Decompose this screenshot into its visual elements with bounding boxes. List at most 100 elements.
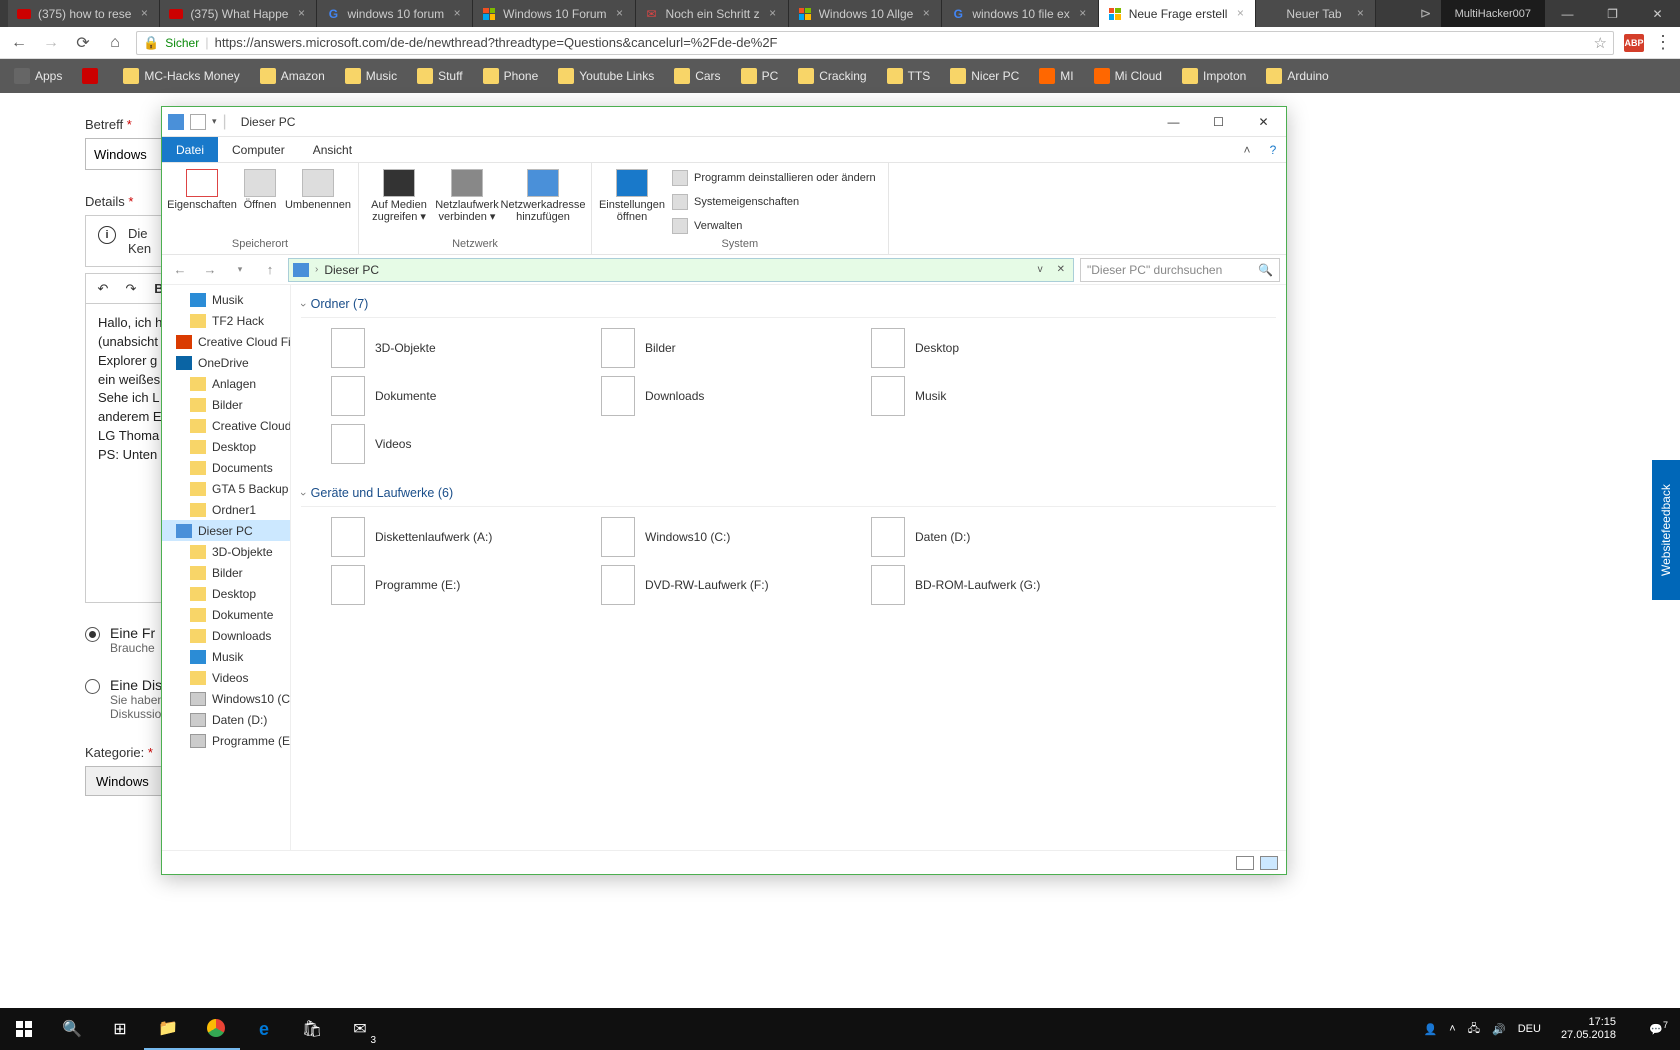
ribbon-tab-view[interactable]: Ansicht [299,137,366,162]
ribbon-medien-button[interactable]: Auf Medien zugreifen ▾ [367,165,431,223]
nav-back-button[interactable]: ← [168,258,192,282]
address-clear-icon[interactable]: ✕ [1053,264,1069,275]
bookmark-item[interactable]: MC-Hacks Money [117,65,245,87]
bookmark-item[interactable]: Arduino [1260,65,1334,87]
nav-up-button[interactable]: ↑ [258,258,282,282]
bookmark-star-icon[interactable]: ☆ [1594,34,1607,52]
nav-item[interactable]: OneDrive [162,352,290,373]
browser-tab[interactable]: Gwindows 10 file ex× [942,0,1098,27]
content-item[interactable]: Dokumente [331,374,581,418]
taskbar-clock[interactable]: 17:15 27.05.2018 [1553,1016,1624,1042]
nav-forward-button[interactable]: → [198,258,222,282]
browser-tab[interactable]: (375) how to rese× [8,0,160,27]
nav-item[interactable]: Ordner1 [162,499,290,520]
explorer-content[interactable]: Ordner (7) 3D-ObjekteBilderDesktopDokume… [291,285,1286,850]
feedback-tab[interactable]: Websitefeedback [1652,460,1680,600]
explorer-close-button[interactable]: ✕ [1241,107,1286,137]
undo-button[interactable]: ↶ [90,277,116,301]
browser-tab[interactable]: (375) What Happe× [160,0,317,27]
ribbon-netzlaufwerk-button[interactable]: Netzlaufwerk verbinden ▾ [435,165,499,223]
content-item[interactable]: Downloads [601,374,851,418]
explorer-address-bar[interactable]: › Dieser PC v ✕ [288,258,1074,282]
browser-tab[interactable]: Neuer Tab× [1256,0,1376,27]
nav-item[interactable]: GTA 5 Backup Sa [162,478,290,499]
system-tray[interactable]: 👤 ˄ 🖧 🔊 DEU 17:15 27.05.2018 💬7 [1424,1016,1680,1042]
taskbar-mail-button[interactable]: ✉3 [336,1008,384,1050]
nav-item[interactable]: Daten (D:) [162,709,290,730]
nav-item[interactable]: Videos [162,667,290,688]
bookmark-item[interactable]: Phone [477,65,545,87]
content-item[interactable]: Videos [331,422,581,466]
nav-item[interactable]: Bilder [162,562,290,583]
nav-item[interactable]: Documents [162,457,290,478]
nav-recent-button[interactable]: ▾ [228,258,252,282]
browser-tab[interactable]: Gwindows 10 forum× [317,0,473,27]
content-item[interactable]: BD-ROM-Laufwerk (G:) [871,563,1121,607]
bookmark-item[interactable]: PC [735,65,785,87]
ribbon-tab-file[interactable]: Datei [162,137,218,162]
content-item[interactable]: 3D-Objekte [331,326,581,370]
content-item[interactable]: Musik [871,374,1121,418]
content-item[interactable]: Desktop [871,326,1121,370]
tab-close-icon[interactable]: × [1353,7,1367,21]
explorer-search-input[interactable]: "Dieser PC" durchsuchen 🔍 [1080,258,1280,282]
content-item[interactable]: Windows10 (C:) [601,515,851,559]
address-dropdown-icon[interactable]: v [1034,264,1047,275]
nav-item[interactable]: TF2 Hack [162,310,290,331]
ribbon-einstellungen-button[interactable]: Einstellungen öffnen [600,165,664,223]
new-tab-button[interactable]: ⊳ [1411,0,1441,27]
os-maximize-button[interactable]: ❐ [1590,0,1635,27]
tab-close-icon[interactable]: × [919,7,933,21]
tab-close-icon[interactable]: × [137,7,151,21]
view-icons-button[interactable] [1260,856,1278,870]
home-button[interactable]: ⌂ [104,32,126,54]
nav-item[interactable]: Desktop [162,583,290,604]
explorer-titlebar[interactable]: ▾ | Dieser PC — ☐ ✕ [162,107,1286,137]
nav-item[interactable]: Musik [162,289,290,310]
bookmark-item[interactable]: Amazon [254,65,331,87]
taskbar-edge-button[interactable]: e [240,1008,288,1050]
explorer-maximize-button[interactable]: ☐ [1196,107,1241,137]
breadcrumb[interactable]: Dieser PC [324,263,379,277]
nav-item[interactable]: Creative Cloud F [162,415,290,436]
bookmark-item[interactable]: TTS [881,65,937,87]
content-item[interactable]: DVD-RW-Laufwerk (F:) [601,563,851,607]
nav-item[interactable]: Dieser PC [162,520,290,541]
nav-item[interactable]: Musik [162,646,290,667]
adblock-extension-icon[interactable]: ABP [1624,34,1644,52]
action-center-button[interactable]: 💬7 [1636,1023,1676,1036]
taskbar-search-button[interactable]: 🔍 [48,1008,96,1050]
bookmark-item[interactable]: Cracking [792,65,872,87]
bookmark-item[interactable]: Youtube Links [552,65,660,87]
ribbon-deinstallieren-button[interactable]: Programm deinstallieren oder ändern [668,167,880,189]
task-view-button[interactable]: ⊞ [96,1008,144,1050]
taskbar-explorer-button[interactable]: 📁 [144,1008,192,1050]
network-icon[interactable]: 🖧 [1468,1020,1480,1039]
os-minimize-button[interactable]: — [1545,0,1590,27]
ribbon-tab-computer[interactable]: Computer [218,137,299,162]
ribbon-umbenennen-button[interactable]: Umbenennen [286,165,350,211]
browser-tab[interactable]: Neue Frage erstell× [1099,0,1257,27]
qat-dropdown-icon[interactable]: ▾ [212,116,217,127]
taskbar-store-button[interactable]: 🛍 [288,1008,336,1050]
nav-item[interactable]: Bilder [162,394,290,415]
tray-up-icon[interactable]: ˄ [1449,1023,1455,1035]
volume-icon[interactable]: 🔊 [1492,1023,1506,1036]
nav-item[interactable]: Anlagen [162,373,290,394]
nav-item[interactable]: Desktop [162,436,290,457]
nav-item[interactable]: Creative Cloud Fil [162,331,290,352]
bookmark-item[interactable]: Mi Cloud [1088,65,1168,87]
nav-item[interactable]: Dokumente [162,604,290,625]
bookmark-item[interactable]: Nicer PC [944,65,1025,87]
ribbon-verwalten-button[interactable]: Verwalten [668,215,880,237]
tab-close-icon[interactable]: × [613,7,627,21]
nav-item[interactable]: Windows10 (C:) [162,688,290,709]
ribbon-collapse-button[interactable]: ˄ [1234,137,1260,162]
bookmark-item[interactable]: Music [339,65,403,87]
bookmark-item[interactable]: MI [1033,65,1079,87]
tab-close-icon[interactable]: × [294,7,308,21]
browser-tab[interactable]: ✉Noch ein Schritt z× [636,0,789,27]
language-indicator[interactable]: DEU [1518,1023,1541,1035]
address-bar[interactable]: 🔒 Sicher | https://answers.microsoft.com… [136,31,1614,55]
back-button[interactable]: ← [8,32,30,54]
